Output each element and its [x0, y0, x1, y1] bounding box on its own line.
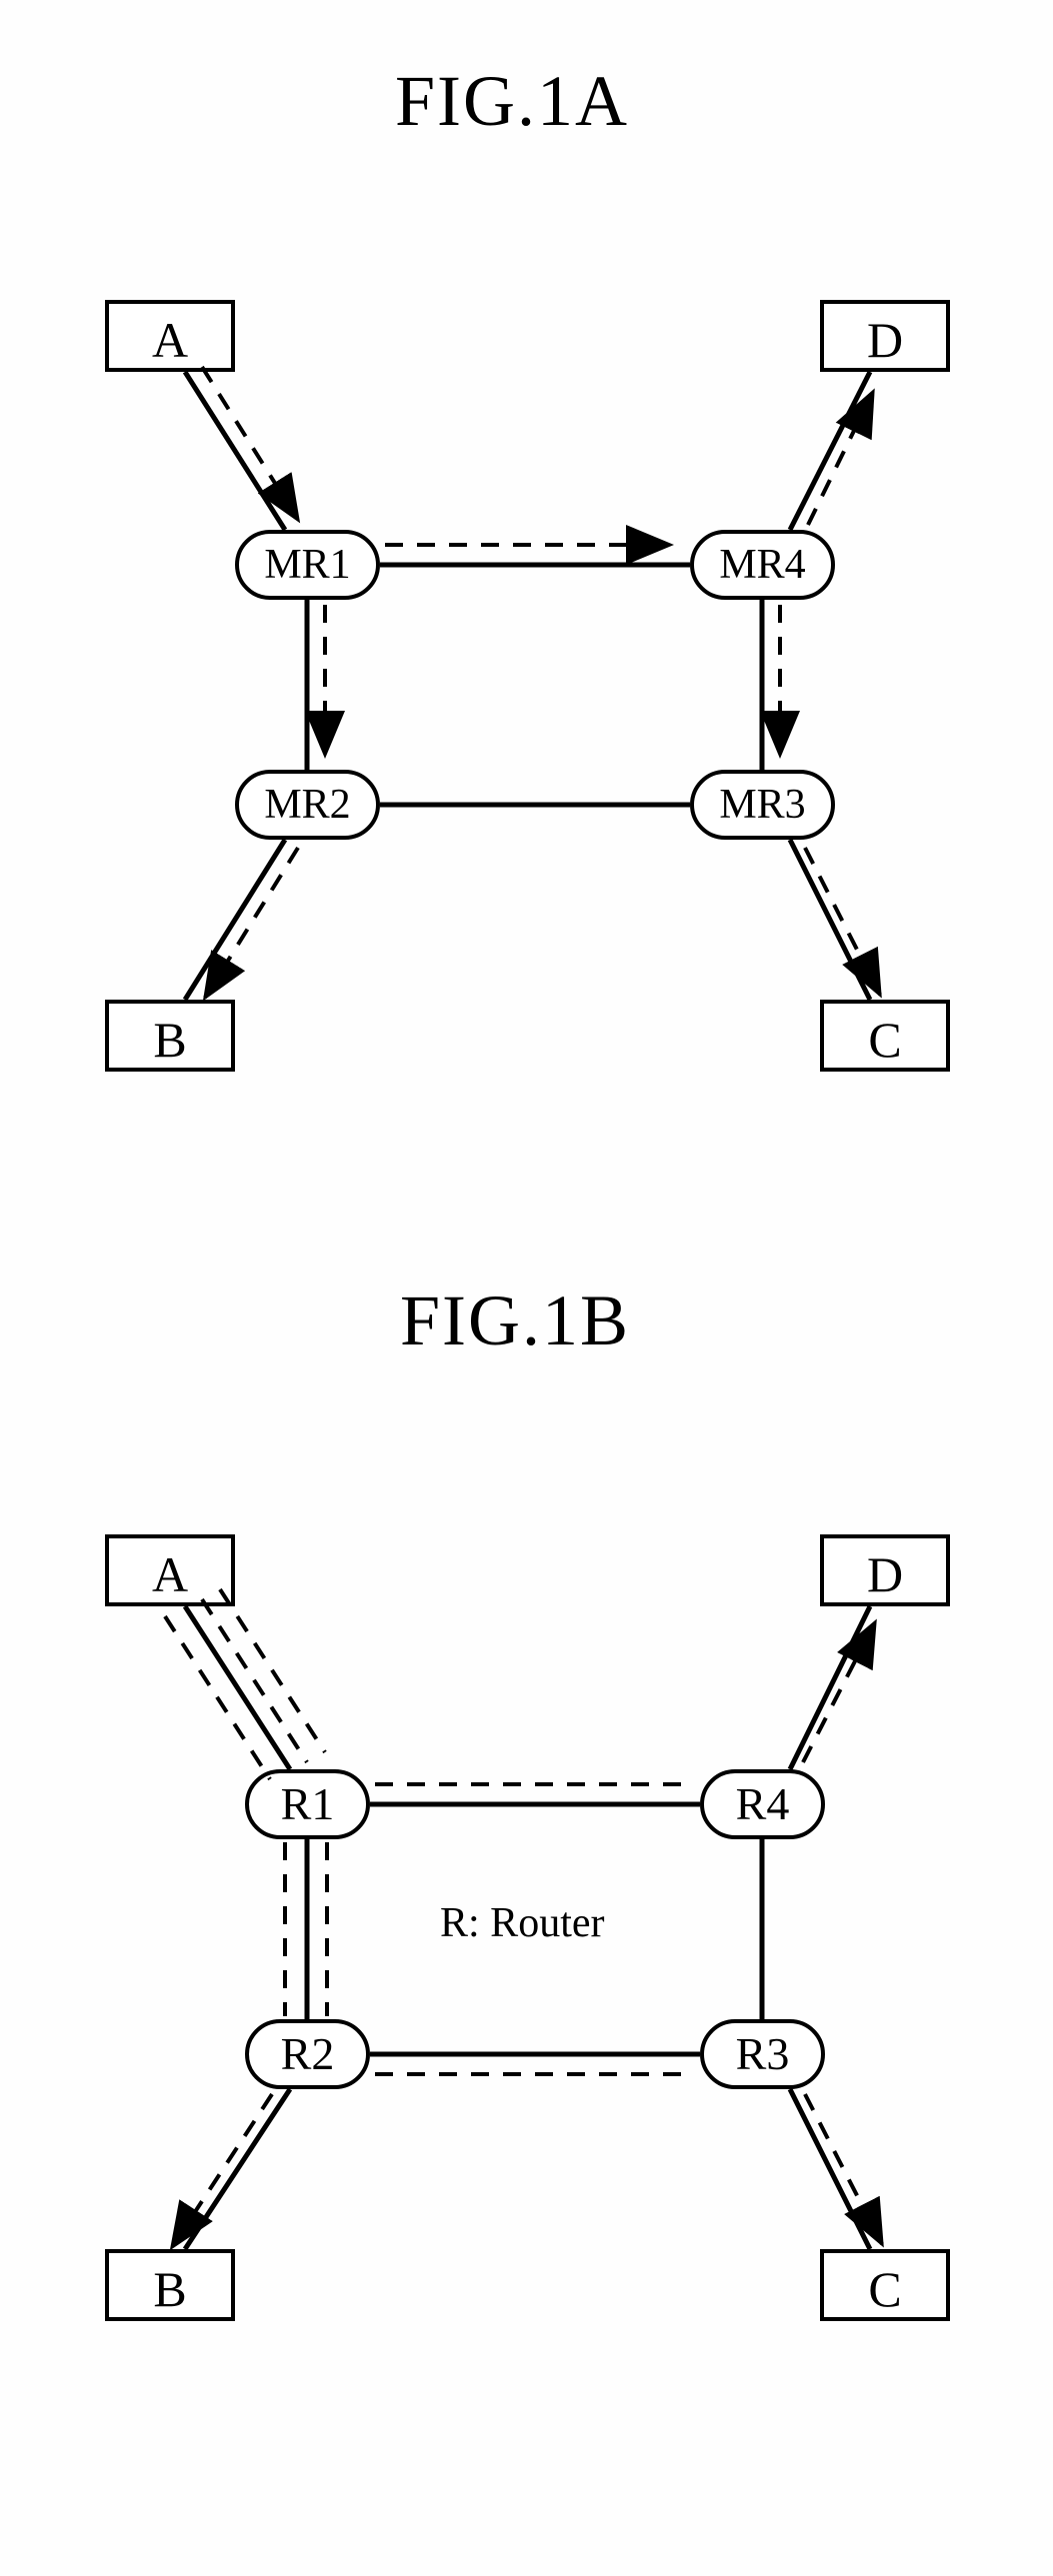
host-c: C: [820, 1000, 950, 1072]
figure-title-1a: FIG.1A: [395, 60, 629, 143]
host-b-2: B: [105, 2249, 235, 2321]
figure-title-1b: FIG.1B: [400, 1280, 630, 1362]
host-d: D: [820, 300, 950, 372]
host-d-2: D: [820, 1534, 950, 1606]
router-mr4: MR4: [690, 530, 835, 600]
host-a: A: [105, 300, 235, 372]
router-r4: R4: [700, 1769, 825, 1839]
router-mr1: MR1: [235, 530, 380, 600]
router-r1: R1: [245, 1769, 370, 1839]
router-mr2: MR2: [235, 770, 380, 840]
host-b: B: [105, 1000, 235, 1072]
host-c-2: C: [820, 2249, 950, 2321]
host-a-2: A: [105, 1534, 235, 1606]
router-mr3: MR3: [690, 770, 835, 840]
router-legend: R: Router: [440, 1899, 605, 1947]
router-r3: R3: [700, 2019, 825, 2089]
router-r2: R2: [245, 2019, 370, 2089]
